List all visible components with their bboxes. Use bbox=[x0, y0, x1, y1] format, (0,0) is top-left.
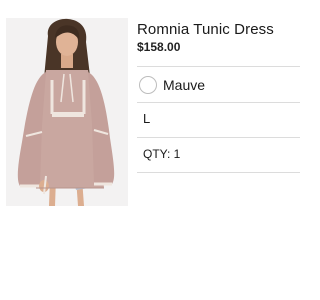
product-image[interactable] bbox=[6, 18, 128, 206]
size-value[interactable]: L bbox=[143, 111, 150, 126]
color-option[interactable]: Mauve bbox=[137, 71, 205, 99]
product-title[interactable]: Romnia Tunic Dress bbox=[137, 21, 274, 38]
product-card: Romnia Tunic Dress $158.00 Mauve L QTY: … bbox=[0, 0, 300, 300]
product-price: $158.00 bbox=[137, 40, 181, 54]
divider bbox=[137, 137, 300, 138]
divider bbox=[137, 66, 300, 67]
model-wearing-tunic-photo bbox=[6, 18, 128, 206]
divider bbox=[137, 172, 300, 173]
color-swatch[interactable] bbox=[139, 76, 157, 94]
color-label: Mauve bbox=[163, 77, 206, 93]
quantity-value[interactable]: QTY: 1 bbox=[143, 147, 180, 161]
divider bbox=[137, 102, 300, 103]
